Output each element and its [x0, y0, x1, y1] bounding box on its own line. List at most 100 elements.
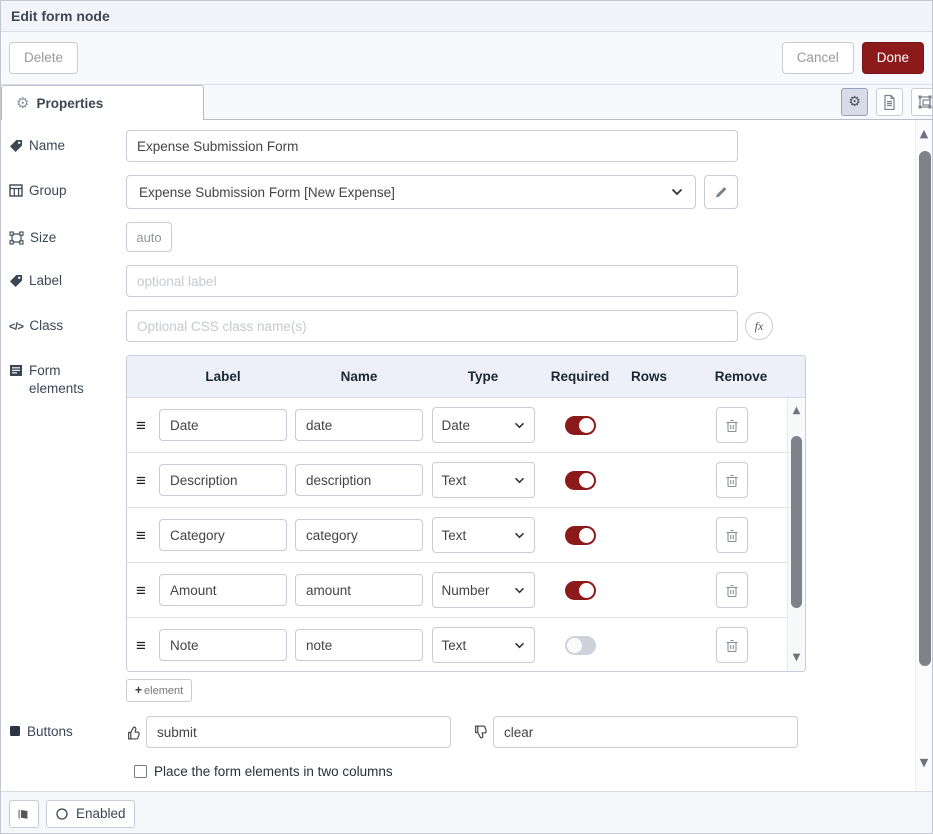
- gear-icon: ⚙: [848, 95, 861, 109]
- two-columns-row: Place the form elements in two columns: [134, 764, 906, 779]
- list-icon: [9, 364, 23, 377]
- trash-icon: [725, 473, 739, 488]
- label-row: Label: [9, 265, 906, 297]
- properties-panel: Name Group Expense Submission Form [New …: [1, 120, 932, 791]
- gear-icon: ⚙: [16, 96, 29, 111]
- properties-icon-button[interactable]: ⚙: [841, 88, 868, 116]
- edit-group-button[interactable]: [704, 175, 738, 209]
- element-name-input[interactable]: [295, 519, 423, 551]
- remove-element-button[interactable]: [716, 627, 748, 663]
- group-label-group: Group: [9, 175, 118, 209]
- delete-button[interactable]: Delete: [9, 42, 78, 74]
- chevron-down-icon: [514, 587, 525, 594]
- enabled-toggle-button[interactable]: Enabled: [46, 800, 135, 828]
- table-icon: [9, 184, 23, 197]
- two-columns-checkbox[interactable]: [134, 765, 147, 778]
- chevron-down-icon: [514, 422, 525, 429]
- drag-handle-icon[interactable]: ≡: [136, 472, 146, 489]
- element-label-input[interactable]: [159, 519, 287, 551]
- header-rows: Rows: [621, 369, 677, 384]
- element-type-select[interactable]: Date: [432, 407, 535, 443]
- expression-button[interactable]: fx: [745, 312, 773, 340]
- class-label-group: </> Class: [9, 310, 118, 342]
- chevron-down-icon: [514, 477, 525, 484]
- element-row: ≡ Number: [127, 563, 787, 618]
- required-toggle[interactable]: [565, 636, 596, 655]
- form-elements-label: Form elements: [29, 362, 118, 398]
- scroll-thumb[interactable]: [791, 436, 802, 608]
- submit-button-input[interactable]: [146, 716, 451, 748]
- scroll-down-icon[interactable]: ▼: [916, 757, 932, 768]
- thumbs-up-icon: [126, 725, 142, 740]
- cancel-button[interactable]: Cancel: [782, 42, 854, 74]
- element-label-input[interactable]: [159, 409, 287, 441]
- element-type-select[interactable]: Text: [432, 462, 535, 498]
- element-label-input[interactable]: [159, 574, 287, 606]
- clear-button-input[interactable]: [493, 716, 798, 748]
- required-toggle[interactable]: [565, 526, 596, 545]
- label-value: [126, 265, 738, 297]
- drag-handle-icon[interactable]: ≡: [136, 527, 146, 544]
- element-label-input[interactable]: [159, 629, 287, 661]
- element-type-select[interactable]: Text: [432, 627, 535, 663]
- element-label-input[interactable]: [159, 464, 287, 496]
- trash-icon: [725, 638, 739, 653]
- scroll-up-icon[interactable]: ▲: [788, 406, 805, 416]
- trash-icon: [725, 418, 739, 433]
- node-info-button[interactable]: [9, 800, 39, 828]
- code-icon: </>: [9, 320, 23, 335]
- element-name-input[interactable]: [295, 629, 423, 661]
- dialog-title: Edit form node: [11, 8, 110, 24]
- element-name-input[interactable]: [295, 409, 423, 441]
- description-icon-button[interactable]: [876, 88, 903, 116]
- add-element-button[interactable]: +element: [126, 679, 192, 702]
- chevron-down-icon: [514, 532, 525, 539]
- tab-properties[interactable]: ⚙ Properties: [1, 85, 204, 120]
- document-icon: [882, 94, 897, 110]
- scroll-down-icon[interactable]: ▼: [788, 653, 805, 663]
- appearance-icon-button[interactable]: [911, 88, 933, 116]
- form-elements-label-group: Form elements: [9, 355, 118, 702]
- buttons-label-group: Buttons: [9, 716, 118, 748]
- element-name-input[interactable]: [295, 464, 423, 496]
- required-toggle[interactable]: [565, 471, 596, 490]
- panel-scrollbar[interactable]: ▲ ▼: [915, 120, 932, 791]
- dialog-footer: Enabled: [1, 791, 932, 834]
- elements-list-scrollbar[interactable]: ▲ ▼: [787, 398, 805, 671]
- element-type-select[interactable]: Text: [432, 517, 535, 553]
- size-button[interactable]: auto: [126, 222, 172, 252]
- element-type-value: Text: [442, 638, 467, 653]
- drag-handle-icon[interactable]: ≡: [136, 637, 146, 654]
- label-label-group: Label: [9, 265, 118, 297]
- tab-properties-label: Properties: [36, 96, 103, 111]
- remove-element-button[interactable]: [716, 407, 748, 443]
- name-label: Name: [29, 137, 65, 155]
- name-row: Name: [9, 130, 906, 162]
- drag-handle-icon[interactable]: ≡: [136, 582, 146, 599]
- dialog-header: Edit form node: [1, 1, 932, 32]
- size-row: Size auto: [9, 222, 906, 252]
- required-toggle[interactable]: [565, 581, 596, 600]
- buttons-row: Buttons: [9, 716, 906, 748]
- form-elements-value: Label Name Type Required Rows Remove ≡: [126, 355, 806, 702]
- drag-handle-icon[interactable]: ≡: [136, 417, 146, 434]
- group-select[interactable]: Expense Submission Form [New Expense]: [126, 175, 696, 209]
- element-row: ≡ Text: [127, 453, 787, 508]
- name-input[interactable]: [126, 130, 738, 162]
- form-elements-row: Form elements Label Name Type Required R…: [9, 355, 906, 702]
- scroll-up-icon[interactable]: ▲: [916, 128, 932, 139]
- required-toggle[interactable]: [565, 416, 596, 435]
- buttons-value: [126, 716, 798, 748]
- element-name-input[interactable]: [295, 574, 423, 606]
- remove-element-button[interactable]: [716, 517, 748, 553]
- name-value: [126, 130, 738, 162]
- remove-element-button[interactable]: [716, 462, 748, 498]
- label-input[interactable]: [126, 265, 738, 297]
- done-button[interactable]: Done: [862, 42, 924, 74]
- class-input[interactable]: [126, 310, 738, 342]
- element-type-select[interactable]: Number: [432, 572, 535, 608]
- remove-element-button[interactable]: [716, 572, 748, 608]
- dialog-toolbar: Delete Cancel Done: [1, 32, 932, 85]
- group-label: Group: [29, 182, 67, 200]
- scroll-thumb[interactable]: [919, 151, 931, 666]
